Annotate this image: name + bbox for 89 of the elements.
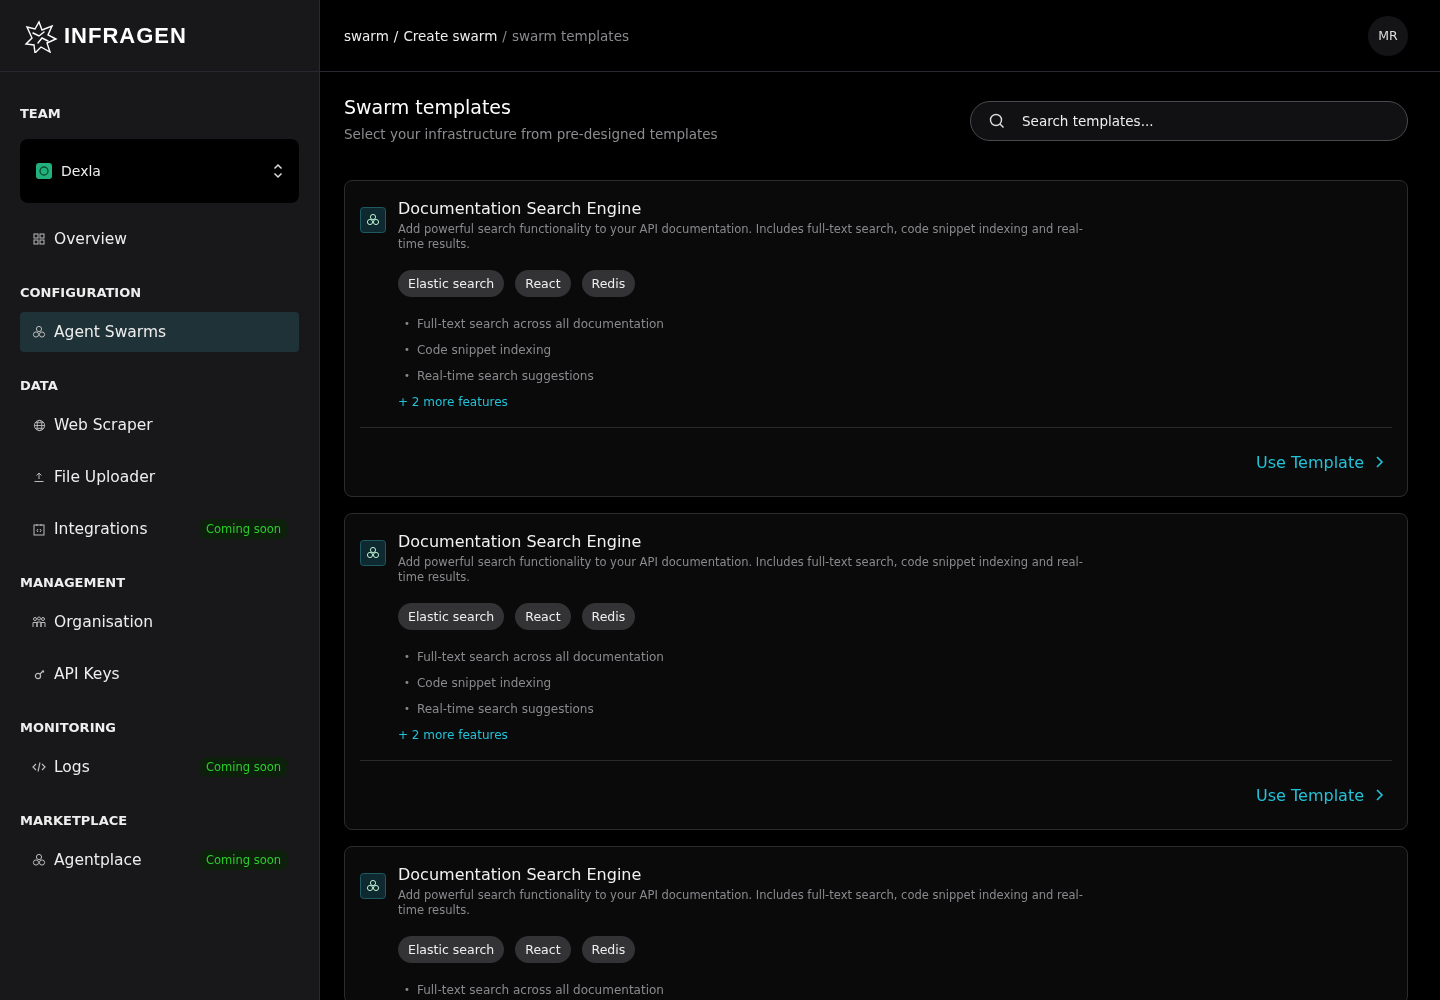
use-template-button[interactable]: Use Template: [1248, 781, 1392, 809]
page-subtitle: Select your infrastructure from pre-designed templates: [344, 126, 718, 142]
bullet: •: [404, 983, 410, 997]
feature-item: Full-text search across all documentation: [416, 649, 664, 666]
feature-item: Full-text search across all documentation: [416, 316, 664, 333]
plug-icon: [33, 522, 45, 536]
nav-label: Agentplace: [54, 851, 143, 869]
tech-tag: Redis: [581, 603, 636, 630]
template-description: Add powerful search functionality to your API documentation. Includes full-text search, code snippet indexing and real-time results.: [398, 888, 1084, 918]
nav-label: Integrations: [54, 520, 149, 538]
more-features-link[interactable]: + 2 more features: [398, 722, 1392, 748]
section-label: MANAGEMENT: [20, 575, 127, 590]
section-label: TEAM: [20, 106, 62, 121]
section-label: MONITORING: [20, 720, 118, 735]
nav-item[interactable]: File Uploader: [20, 457, 299, 497]
template-title: Documentation Search Engine: [398, 865, 643, 884]
feature-item: Code snippet indexing: [416, 675, 552, 692]
feature-item: Full-text search across all documentation: [416, 982, 664, 999]
template-description: Add powerful search functionality to your API documentation. Includes full-text search, code snippet indexing and real-time results.: [398, 222, 1084, 252]
bullet: •: [404, 317, 410, 331]
team-logo-icon: [36, 163, 52, 179]
section-label: MARKETPLACE: [20, 813, 129, 828]
nav-label: Logs: [54, 758, 91, 776]
brand-name: INFRAGEN: [64, 22, 187, 49]
nav-item[interactable]: Agent Swarms: [20, 312, 299, 352]
feature-item: Real-time search suggestions: [416, 368, 594, 385]
cubes-icon: [360, 873, 386, 899]
breadcrumb-link[interactable]: swarm: [344, 27, 389, 44]
tech-tag: Elastic search: [398, 270, 505, 297]
chevron-right-icon: [1374, 455, 1384, 469]
coming-soon-badge: Coming soon: [199, 519, 287, 539]
use-template-button[interactable]: Use Template: [1248, 448, 1392, 476]
bullet: •: [404, 676, 410, 690]
bullet: •: [404, 369, 410, 383]
template-description: Add powerful search functionality to your API documentation. Includes full-text search, code snippet indexing and real-time results.: [398, 555, 1084, 585]
nav-label: Organisation: [54, 613, 155, 631]
tech-tag: React: [515, 603, 571, 630]
template-title: Documentation Search Engine: [398, 199, 643, 218]
chevron-up-down-icon: [273, 163, 283, 179]
nav-label: File Uploader: [54, 468, 157, 486]
tech-tag: Redis: [581, 936, 636, 963]
nav-label: Agent Swarms: [54, 323, 168, 341]
key-icon: [33, 668, 45, 680]
more-features-link[interactable]: + 2 more features: [398, 389, 1392, 415]
bullet: •: [404, 650, 410, 664]
nav-item[interactable]: Organisation: [20, 602, 299, 642]
tech-tag: Redis: [581, 270, 636, 297]
nav-item[interactable]: Agentplace Coming soon: [20, 840, 299, 880]
code-icon: [32, 761, 46, 773]
search-field[interactable]: Search templates...: [970, 101, 1408, 141]
feature-item: Code snippet indexing: [416, 342, 552, 359]
search-icon: [989, 113, 1005, 129]
nav-item[interactable]: Logs Coming soon: [20, 747, 299, 787]
cubes-icon: [32, 325, 46, 339]
coming-soon-badge: Coming soon: [199, 850, 287, 870]
people-icon: [32, 615, 46, 629]
nav-item[interactable]: Integrations Coming soon: [20, 509, 299, 549]
upload-icon: [33, 471, 45, 483]
breadcrumb-link[interactable]: Create swarm: [403, 27, 498, 44]
template-title: Documentation Search Engine: [398, 532, 643, 551]
cubes-icon: [360, 540, 386, 566]
cubes-icon: [32, 853, 46, 867]
nav-item[interactable]: API Keys: [20, 654, 299, 694]
nav-label: API Keys: [54, 665, 121, 683]
section-label: DATA: [20, 378, 59, 393]
tech-tag: React: [515, 936, 571, 963]
nav-item[interactable]: Overview: [20, 219, 299, 259]
globe-icon: [32, 418, 46, 432]
feature-item: Real-time search suggestions: [416, 701, 594, 718]
nav-item[interactable]: Web Scraper: [20, 405, 299, 445]
nav-label: Overview: [54, 230, 128, 248]
grid-icon: [33, 233, 45, 245]
nav-label: Web Scraper: [54, 416, 154, 434]
bullet: •: [404, 702, 410, 716]
user-avatar[interactable]: MR: [1368, 15, 1408, 56]
coming-soon-badge: Coming soon: [199, 757, 287, 777]
team-selector[interactable]: Dexla: [20, 139, 299, 203]
section-label: CONFIGURATION: [20, 285, 143, 300]
tech-tag: Elastic search: [398, 936, 505, 963]
breadcrumb-separator: /: [502, 27, 507, 44]
tech-tag: React: [515, 270, 571, 297]
bullet: •: [404, 343, 410, 357]
cubes-icon: [360, 207, 386, 233]
logo-icon: [24, 18, 58, 53]
tech-tag: Elastic search: [398, 603, 505, 630]
chevron-right-icon: [1374, 788, 1384, 802]
breadcrumb-link[interactable]: swarm templates: [511, 27, 629, 44]
breadcrumb-separator: /: [393, 27, 399, 44]
page-title: Swarm templates: [344, 96, 512, 118]
